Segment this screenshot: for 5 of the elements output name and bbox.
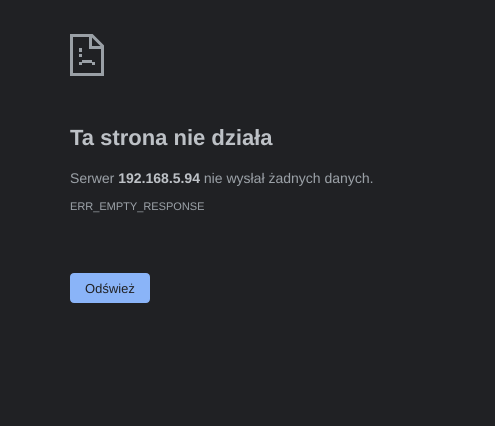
sad-document-icon [70, 34, 104, 76]
error-heading: Ta strona nie działa [70, 124, 273, 152]
error-message: Serwer 192.168.5.94 nie wysłał żadnych danych. [70, 169, 375, 188]
error-code: ERR_EMPTY_RESPONSE [70, 200, 204, 214]
reload-button[interactable]: Odśwież [70, 273, 150, 303]
